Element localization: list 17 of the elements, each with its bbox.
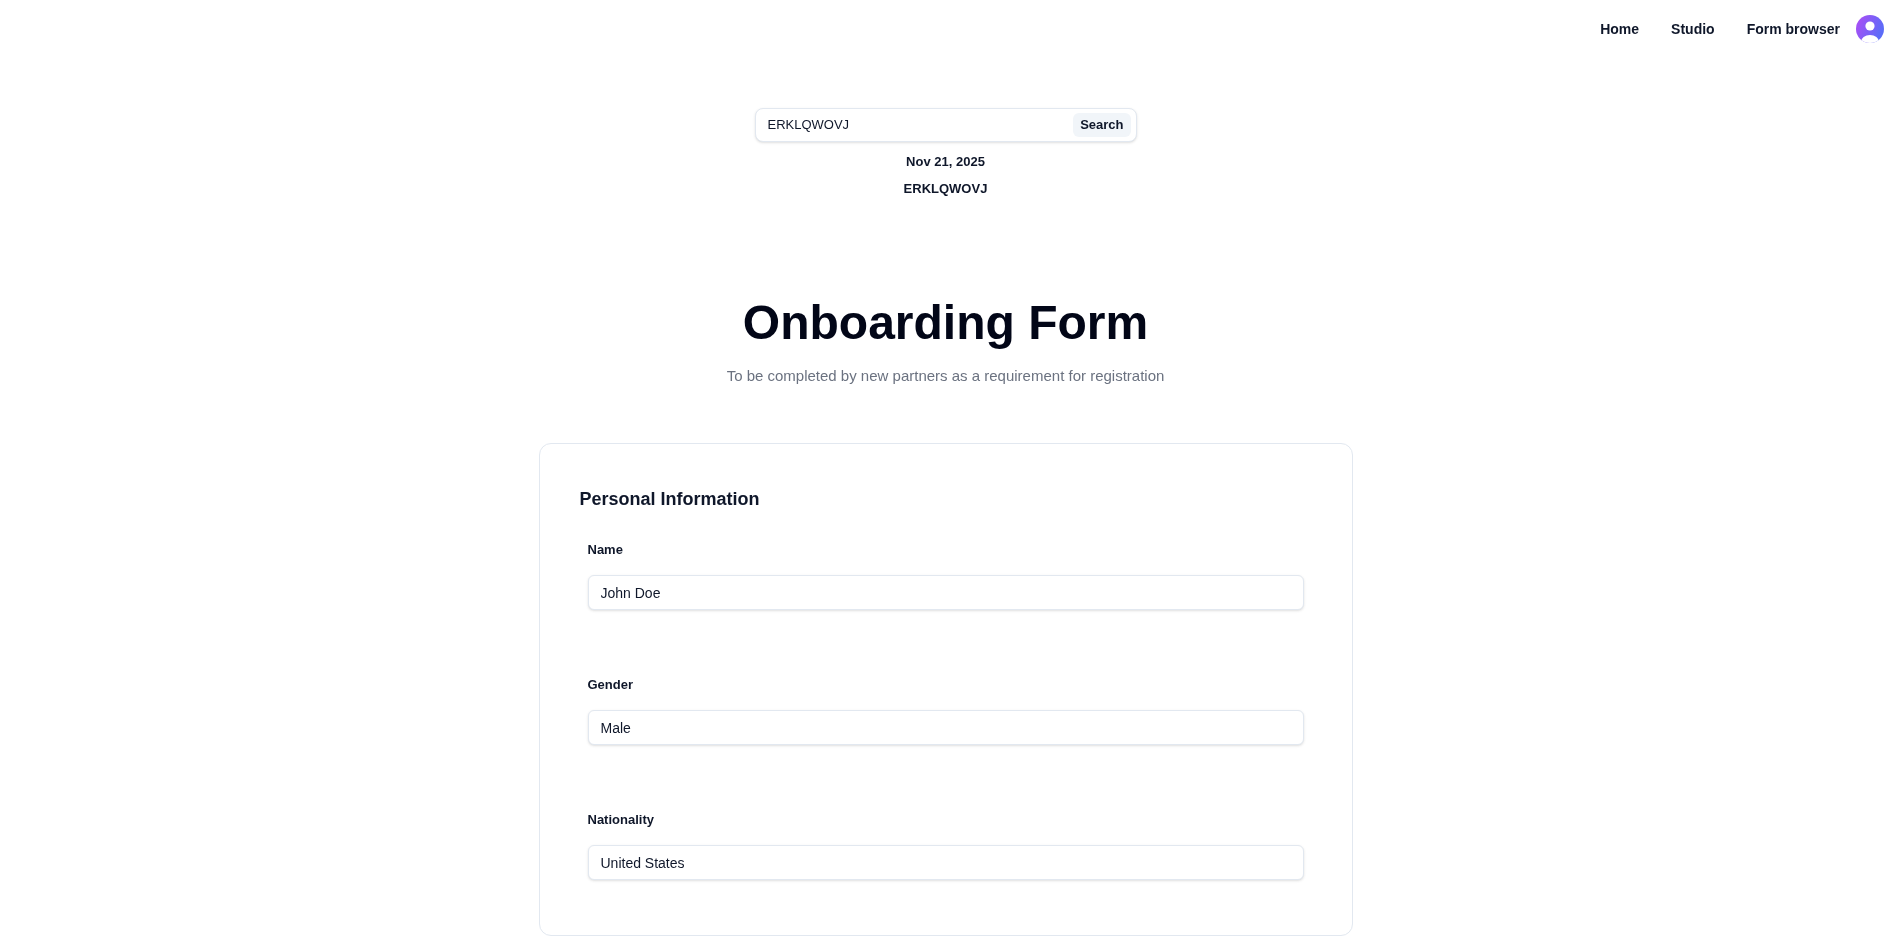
field-label: Nationality (587, 811, 655, 829)
record-date: Nov 21, 2025 (906, 153, 985, 171)
section-heading: Personal Information (579, 488, 761, 511)
record-code: ERKLQWOVJ (903, 180, 988, 198)
form-subtitle: To be completed by new partners as a requirement for registration (726, 366, 1165, 386)
search-button[interactable]: Search (1073, 113, 1131, 137)
text-field[interactable]: United States (587, 845, 1304, 880)
text-field[interactable]: John Doe (587, 575, 1304, 610)
nav-link[interactable]: Studio (1671, 18, 1715, 40)
search-field[interactable]: ERKLQWOVJ Search (754, 108, 1137, 142)
field-label: Gender (587, 676, 634, 694)
text-field[interactable]: Male (587, 710, 1304, 745)
form-title: Onboarding Form (742, 299, 1149, 347)
user-avatar-icon[interactable] (1856, 15, 1884, 43)
field-label: Name (587, 541, 624, 559)
nav-link[interactable]: Home (1600, 18, 1640, 40)
nav-link[interactable]: Form browser (1746, 18, 1840, 40)
